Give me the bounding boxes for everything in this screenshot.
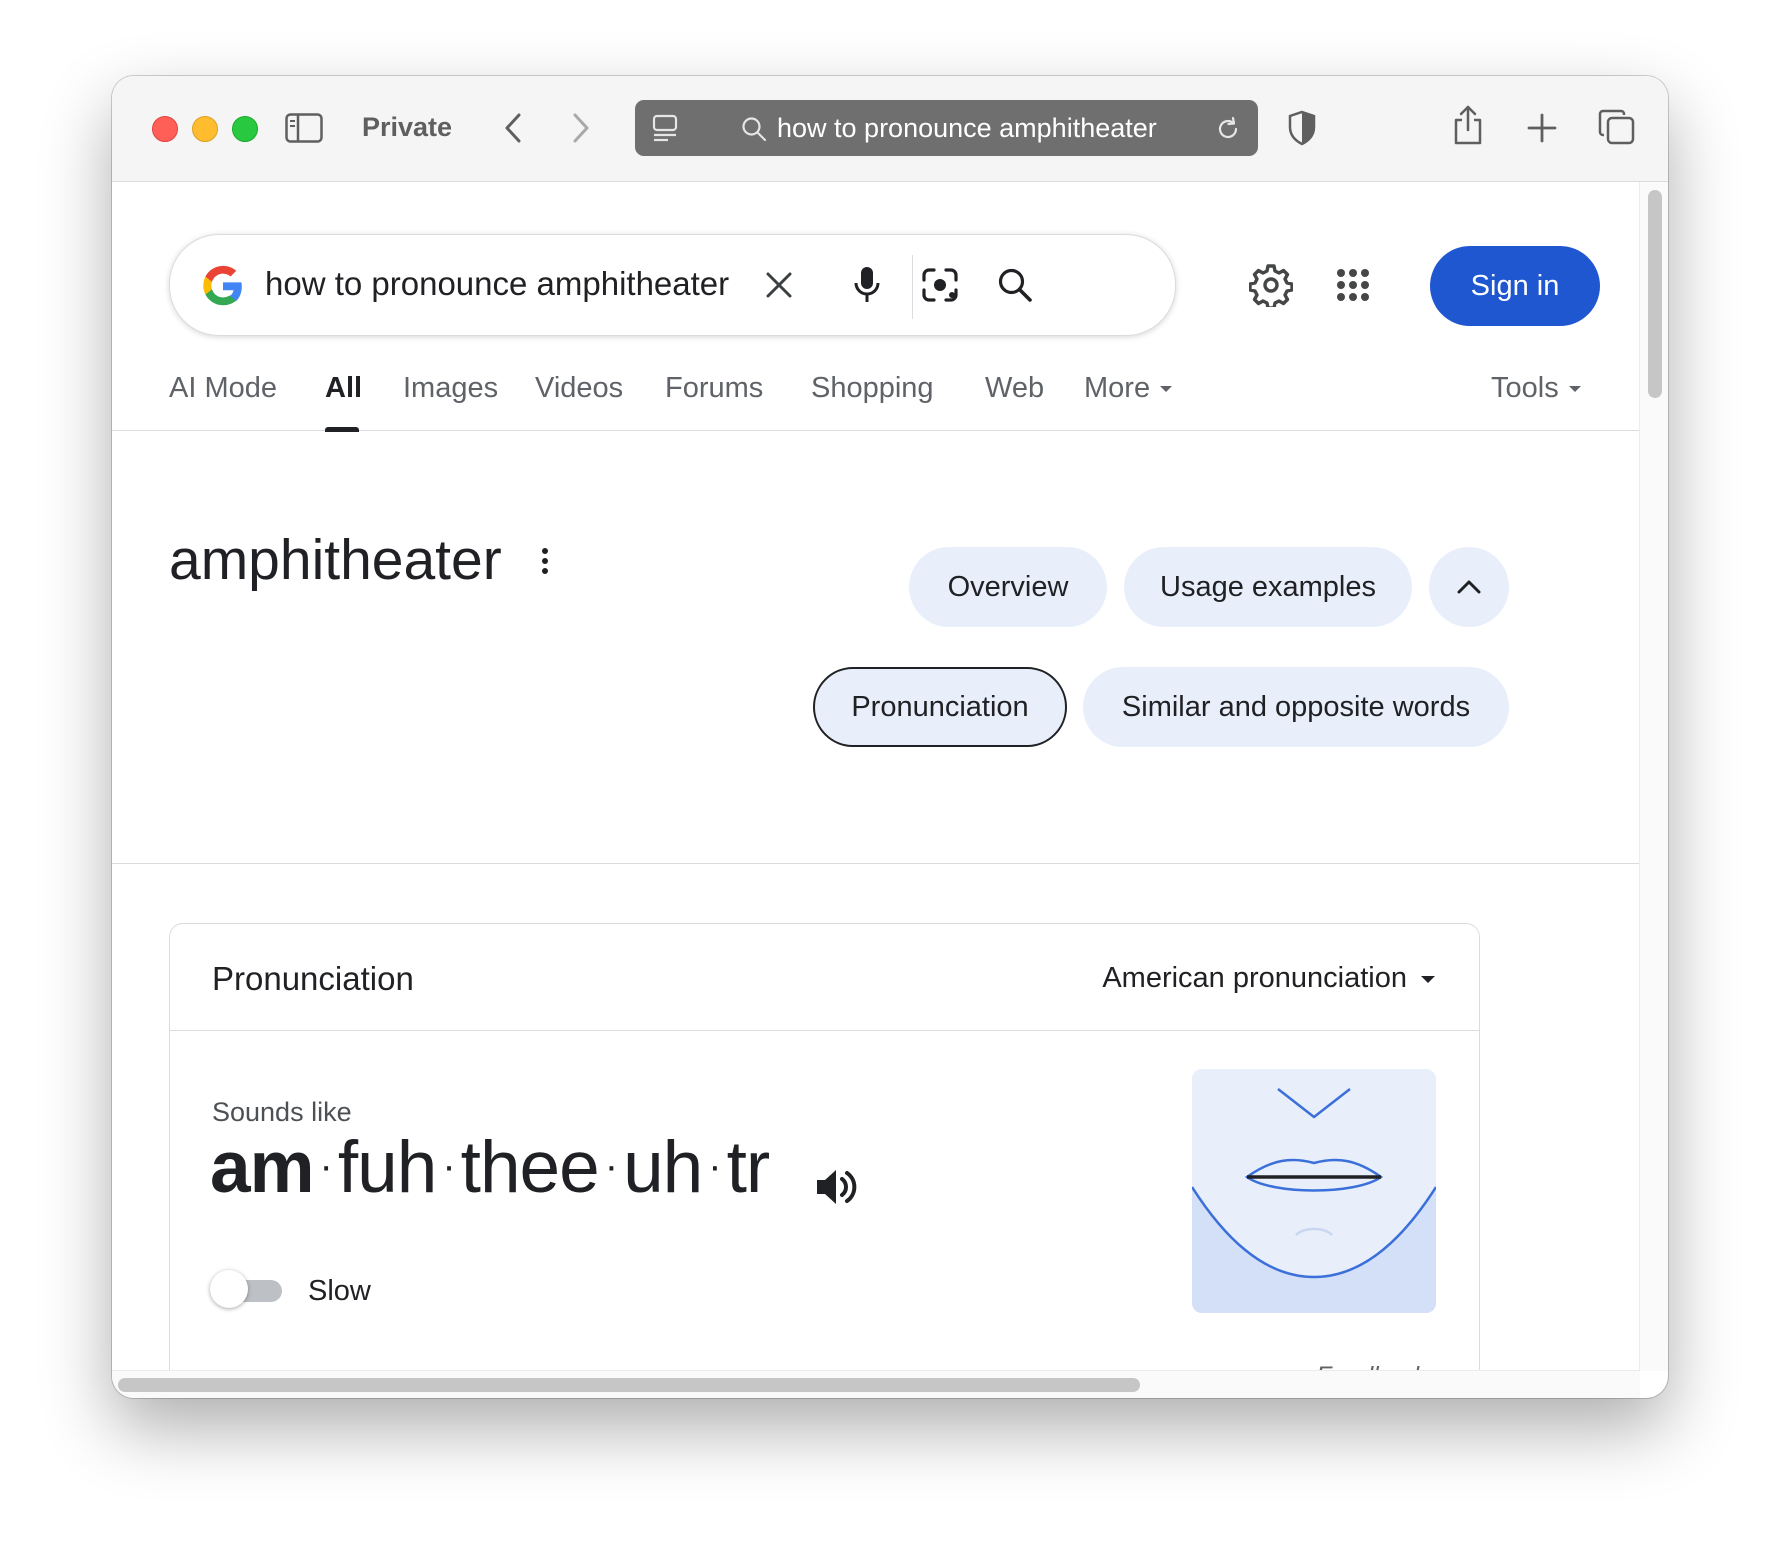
- sidebar-icon[interactable]: [284, 108, 324, 148]
- maximize-window-button[interactable]: [232, 116, 258, 142]
- pronunciation-card: Pronunciation American pronunciation Sou…: [169, 923, 1480, 1371]
- search-results-page: how to pronounce amphitheater Sign in AI…: [112, 182, 1640, 1371]
- chip-overview[interactable]: Overview: [909, 547, 1107, 627]
- tab-overview-icon[interactable]: [1596, 106, 1638, 148]
- syllable-separator: ·: [604, 1144, 618, 1189]
- tools-label: Tools: [1491, 372, 1559, 404]
- syllable: tr: [726, 1127, 771, 1208]
- browser-toolbar: Private how to pronounce amphitheater: [112, 76, 1668, 182]
- minimize-window-button[interactable]: [192, 116, 218, 142]
- sounds-like-label: Sounds like: [212, 1097, 352, 1127]
- more-options-icon[interactable]: [539, 548, 551, 578]
- search-box[interactable]: how to pronounce amphitheater: [169, 234, 1176, 336]
- vertical-scroll-thumb[interactable]: [1648, 190, 1662, 398]
- pronunciation-card-title: Pronunciation: [212, 960, 414, 997]
- chevron-up-icon: [1457, 580, 1481, 594]
- chip-similar-opposite-words[interactable]: Similar and opposite words: [1083, 667, 1509, 747]
- more-dropdown-icon: [1160, 386, 1173, 393]
- settings-gear-icon[interactable]: [1246, 260, 1296, 310]
- apps-grid-icon[interactable]: [1328, 260, 1378, 310]
- syllable: fuh: [337, 1127, 437, 1208]
- section-divider: [112, 863, 1640, 864]
- chip-pronunciation[interactable]: Pronunciation: [813, 667, 1067, 747]
- mouth-illustration-icon: [1192, 1088, 1436, 1313]
- back-icon[interactable]: [498, 110, 528, 146]
- accent-dropdown-icon: [1421, 975, 1435, 983]
- syllable-stressed: am: [210, 1127, 315, 1208]
- tab-more-label: More: [1084, 372, 1151, 404]
- phonetic-spelling: am ·fuh ·thee ·uh ·tr: [210, 1126, 771, 1209]
- slow-playback-toggle[interactable]: [210, 1270, 286, 1310]
- accent-selected-value: American pronunciation: [1102, 962, 1407, 994]
- tab-web[interactable]: Web: [985, 372, 1044, 405]
- play-audio-speaker-icon[interactable]: [814, 1166, 860, 1213]
- search-tabs: AI Mode All Images Videos Forums Shoppin…: [112, 372, 1640, 432]
- toggle-knob: [210, 1270, 248, 1308]
- dictionary-word: amphitheater: [169, 528, 502, 592]
- syllable: thee: [460, 1127, 600, 1208]
- address-bar[interactable]: how to pronounce amphitheater: [635, 100, 1258, 156]
- tab-forums[interactable]: Forums: [665, 372, 763, 405]
- syllable-separator: ·: [319, 1144, 333, 1189]
- privacy-shield-icon[interactable]: [1282, 106, 1322, 150]
- search-submit-icon[interactable]: [990, 260, 1040, 310]
- microphone-icon[interactable]: [842, 260, 892, 310]
- active-tab-indicator: [325, 427, 359, 432]
- tab-shopping[interactable]: Shopping: [811, 372, 934, 405]
- tab-all[interactable]: All: [325, 372, 362, 405]
- browser-window: Private how to pronounce amphitheater ho…: [112, 76, 1668, 1398]
- forward-icon[interactable]: [566, 110, 596, 146]
- slow-toggle-label: Slow: [308, 1275, 371, 1307]
- syllable: uh: [623, 1127, 703, 1208]
- google-logo-icon: [200, 263, 246, 309]
- chip-usage-examples[interactable]: Usage examples: [1124, 547, 1412, 627]
- reload-icon[interactable]: [1213, 114, 1243, 144]
- new-tab-icon[interactable]: [1522, 108, 1562, 148]
- tab-images[interactable]: Images: [403, 372, 498, 405]
- lens-camera-icon[interactable]: [915, 260, 965, 310]
- search-icon: [739, 114, 769, 144]
- url-text: how to pronounce amphitheater: [777, 113, 1157, 143]
- tools-button[interactable]: Tools: [1491, 372, 1581, 405]
- accent-dropdown[interactable]: American pronunciation: [1102, 962, 1435, 995]
- search-box-divider: [912, 255, 913, 319]
- tools-dropdown-icon: [1568, 386, 1581, 393]
- clear-search-icon[interactable]: [754, 260, 804, 310]
- vertical-scrollbar[interactable]: [1639, 182, 1668, 1371]
- tab-videos[interactable]: Videos: [535, 372, 623, 405]
- syllable-separator: ·: [708, 1144, 721, 1189]
- search-query-text[interactable]: how to pronounce amphitheater: [265, 265, 729, 303]
- private-mode-label: Private: [362, 112, 453, 142]
- horizontal-scrollbar[interactable]: [112, 1370, 1640, 1398]
- tab-ai-mode[interactable]: AI Mode: [169, 372, 277, 405]
- collapse-chips-button[interactable]: [1429, 547, 1509, 627]
- share-icon[interactable]: [1448, 100, 1488, 150]
- page-menu-icon[interactable]: [649, 112, 681, 144]
- sign-in-button[interactable]: Sign in: [1430, 246, 1600, 326]
- horizontal-scroll-thumb[interactable]: [118, 1378, 1140, 1392]
- close-window-button[interactable]: [152, 116, 178, 142]
- mouth-animation-illustration: [1192, 1069, 1436, 1313]
- pronunciation-card-header: Pronunciation American pronunciation: [170, 924, 1479, 1031]
- tab-more[interactable]: More: [1084, 372, 1173, 405]
- syllable-separator: ·: [442, 1144, 455, 1189]
